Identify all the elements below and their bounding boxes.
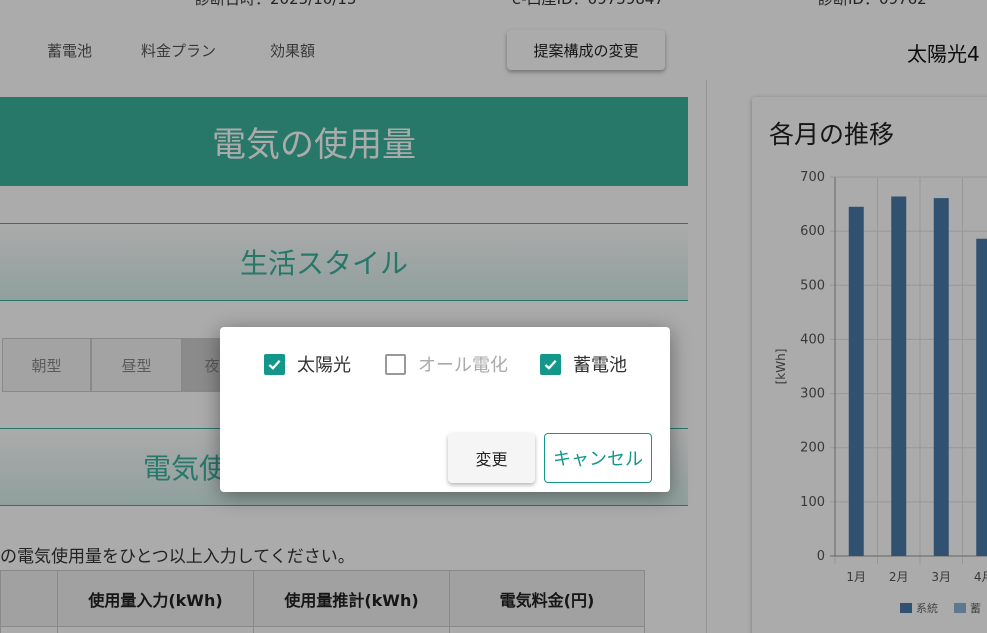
option-label: 太陽光 xyxy=(297,355,351,376)
change-button[interactable]: 変更 xyxy=(448,433,535,483)
option-battery[interactable]: 蓄電池 xyxy=(540,351,627,377)
option-all-electric: オール電化 xyxy=(385,351,508,377)
option-label: 蓄電池 xyxy=(573,355,627,376)
config-dialog: 太陽光 オール電化 蓄電池 変更 キャンセル xyxy=(220,327,670,492)
checkbox-checked-icon[interactable] xyxy=(540,353,561,375)
option-label: オール電化 xyxy=(418,355,508,376)
checkbox-checked-icon[interactable] xyxy=(264,353,285,375)
cancel-button[interactable]: キャンセル xyxy=(544,433,652,483)
option-solar[interactable]: 太陽光 xyxy=(264,351,351,377)
checkbox-unchecked-icon xyxy=(385,353,406,375)
modal-backdrop[interactable] xyxy=(0,0,987,633)
